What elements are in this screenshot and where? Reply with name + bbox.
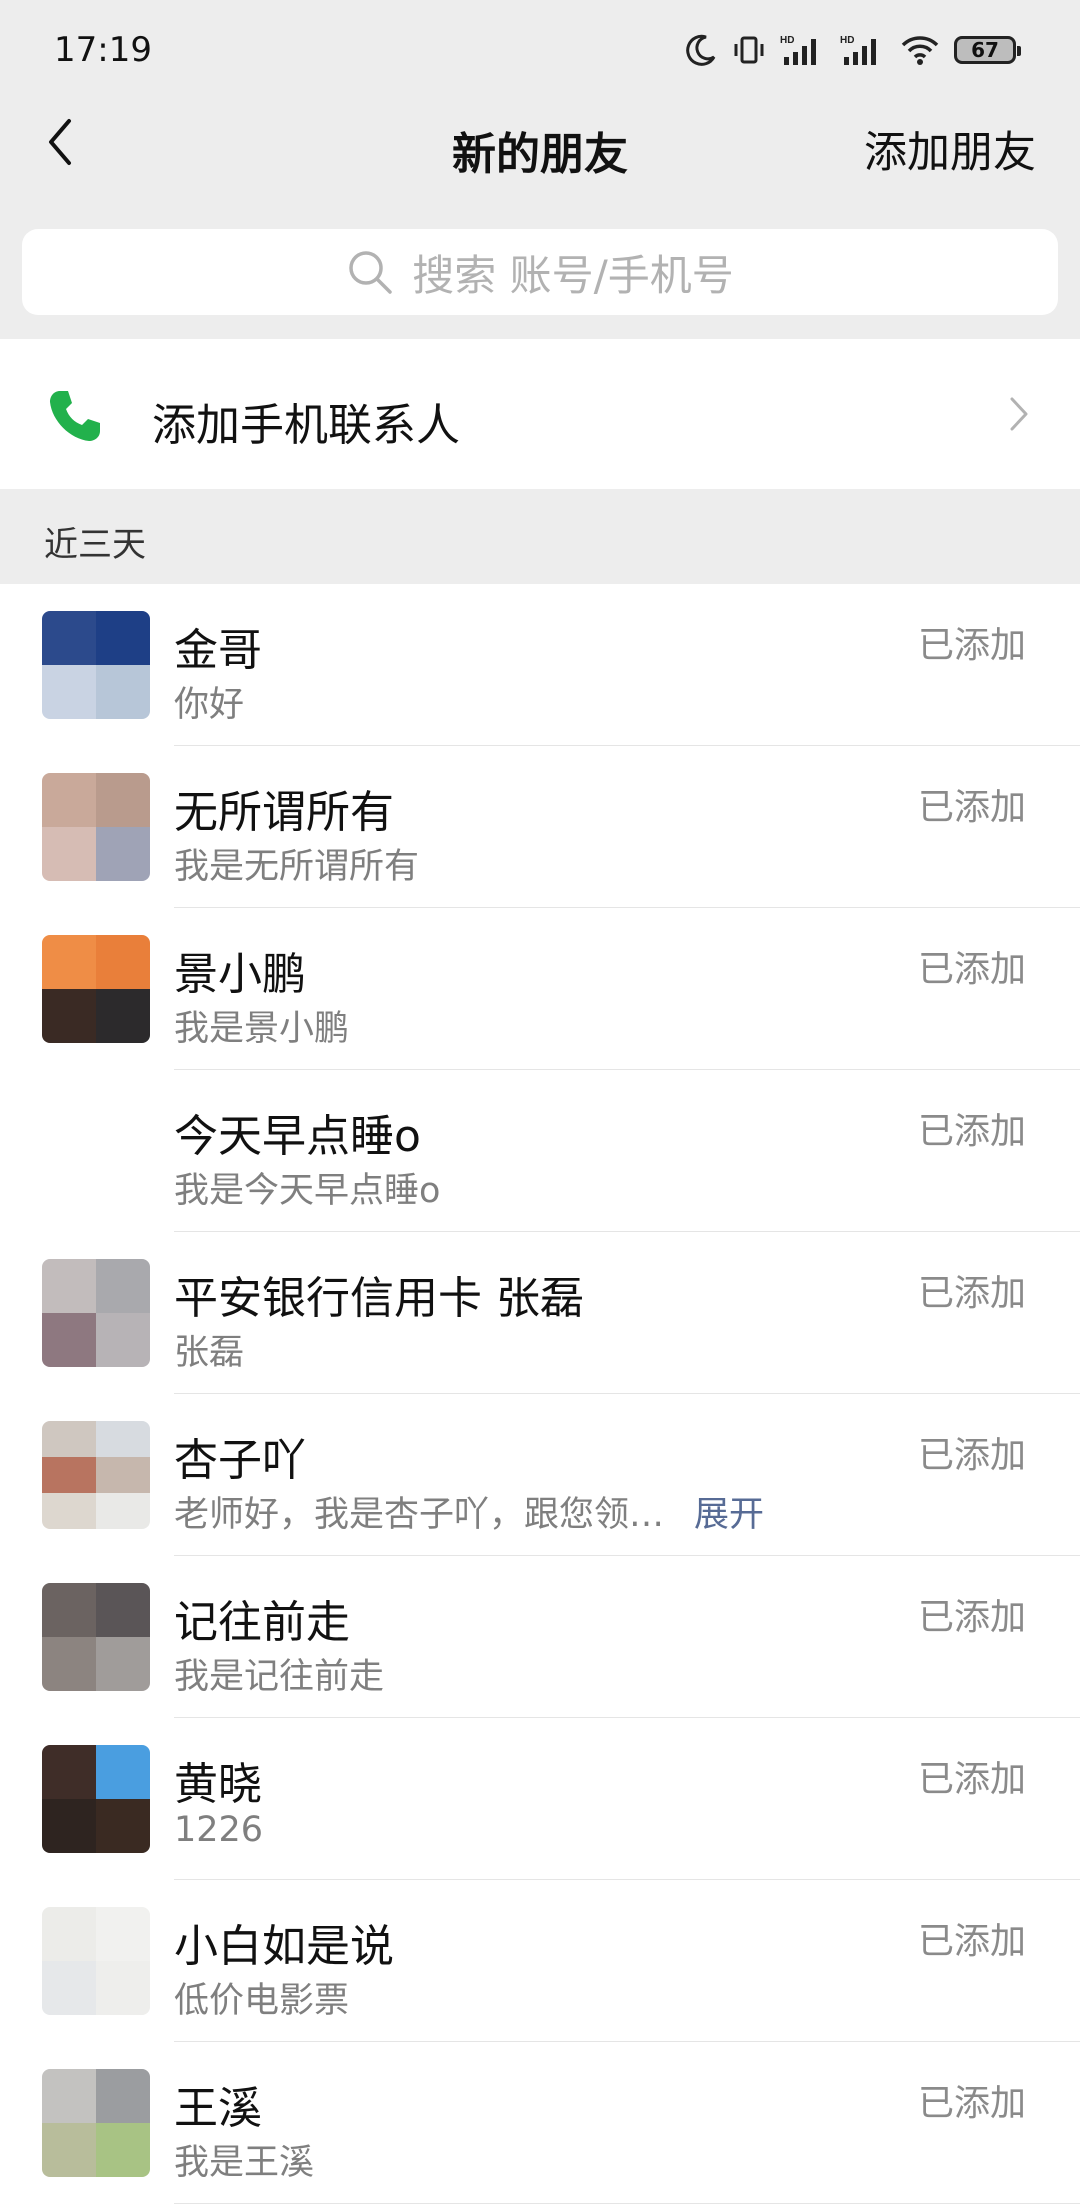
friend-row[interactable]: 黄晓 1226 已添加 [0,1718,1080,1880]
added-status: 已添加 [917,1759,1026,1800]
friend-message: 1226 [174,1810,263,1850]
status-icons: HD HD 67 [684,33,1021,67]
friend-row[interactable]: 小白如是说低价电影票 已添加 [0,1880,1080,2042]
moon-icon [686,34,716,66]
avatar[interactable] [42,1907,150,2015]
vibrate-icon [734,36,764,64]
friend-name: 无所谓所有 [174,787,394,838]
friend-row[interactable]: 王溪我是王溪 已添加 [0,2042,1080,2204]
friend-message: 我是今天早点睡o [174,1162,440,1213]
friend-message: 老师好，我是杏子吖，跟您领… 展开 [174,1486,764,1537]
phone-icon [50,391,100,441]
added-status: 已添加 [917,625,1026,666]
avatar[interactable] [42,2069,150,2177]
search-input[interactable]: 搜索 账号/手机号 [22,229,1058,315]
friend-name: 今天早点睡o [174,1111,421,1162]
friend-message: 我是王溪 [174,2134,314,2185]
friend-message: 张磊 [174,1324,244,1375]
section-title: 近三天 [44,525,146,565]
friend-name: 金哥 [174,625,262,676]
svg-text:HD: HD [780,35,794,46]
friend-name: 记往前走 [174,1597,350,1648]
battery-level: 67 [971,38,999,62]
friend-message-text: 我是王溪 [174,2143,315,2183]
friend-message-text: 张磊 [174,1333,245,1373]
avatar[interactable] [42,1259,150,1367]
nav-bar: 新的朋友 添加朋友 [0,100,1080,186]
friend-name: 景小鹏 [174,949,306,1000]
section-header: 近三天 [0,489,1080,584]
added-status: 已添加 [917,1921,1026,1962]
friend-row[interactable]: 记往前走我是记往前走 已添加 [0,1556,1080,1718]
friend-row[interactable]: 景小鹏我是景小鹏 已添加 [0,908,1080,1070]
friend-message: 我是无所谓所有 [174,838,419,889]
friend-message: 我是景小鹏 [174,1000,349,1051]
friend-row[interactable]: 无所谓所有我是无所谓所有 已添加 [0,746,1080,908]
added-status: 已添加 [917,1273,1026,1314]
friend-message: 我是记往前走 [174,1648,384,1699]
avatar[interactable] [42,1745,150,1853]
friend-row[interactable]: 平安银行信用卡 张磊张磊 已添加 [0,1232,1080,1394]
add-friend-button[interactable]: 添加朋友 [864,118,1036,180]
avatar[interactable] [42,935,150,1043]
svg-text:HD: HD [840,35,854,46]
friend-name: 小白如是说 [174,1921,394,1972]
battery-icon: 67 [954,36,1021,64]
avatar[interactable] [42,1097,150,1205]
friend-message-text: 低价电影票 [174,1981,350,2021]
added-status: 已添加 [917,1111,1026,1152]
add-phone-contacts-label: 添加手机联系人 [152,400,460,451]
avatar[interactable] [42,1421,150,1529]
friend-name: 平安银行信用卡 张磊 [174,1273,584,1324]
avatar[interactable] [42,611,150,719]
friend-message-text: 我是无所谓所有 [174,847,420,887]
add-phone-contacts-row[interactable]: 添加手机联系人 [0,339,1080,489]
status-bar: 17:19 HD HD 67 [0,0,1080,100]
added-status: 已添加 [917,1597,1026,1638]
expand-link[interactable]: 展开 [694,1495,764,1535]
friend-message-text: 我是景小鹏 [174,1009,350,1049]
friend-message-text: 1226 [174,1810,264,1850]
friend-message-text: 你好 [174,685,245,725]
friend-message: 你好 [174,676,244,727]
friend-name: 王溪 [174,2083,262,2134]
status-time: 17:19 [54,30,152,70]
added-status: 已添加 [917,787,1026,828]
friend-row[interactable]: 今天早点睡o 我是今天早点睡o 已添加 [0,1070,1080,1232]
friend-message: 低价电影票 [174,1972,349,2023]
friend-name: 黄晓 [174,1759,262,1810]
search-placeholder: 搜索 账号/手机号 [412,250,734,300]
added-status: 已添加 [917,949,1026,990]
friend-row[interactable]: 杏子吖老师好，我是杏子吖，跟您领… 展开 已添加 [0,1394,1080,1556]
search-icon [349,251,392,294]
friend-message-text: 我是记往前走 [174,1657,385,1697]
chevron-right-icon [1010,397,1028,431]
friend-message-text: 老师好，我是杏子吖，跟您领… [174,1495,665,1535]
signal-hd-icon-2: HD [840,35,876,65]
friend-name: 杏子吖 [174,1435,306,1486]
wifi-icon [901,36,939,65]
friend-list: 金哥 你好 已添加 无所谓所有 我是无所谓所有 已添加 景小鹏 我是景小鹏 已添加 今天早点睡o 我… [0,584,1080,2204]
added-status: 已添加 [917,2083,1026,2124]
added-status: 已添加 [917,1435,1026,1476]
friend-message-text: 我是今天早点睡o [174,1171,441,1211]
signal-hd-icon: HD [780,35,816,65]
avatar[interactable] [42,773,150,881]
avatar[interactable] [42,1583,150,1691]
friend-row[interactable]: 金哥你好 已添加 [0,584,1080,746]
